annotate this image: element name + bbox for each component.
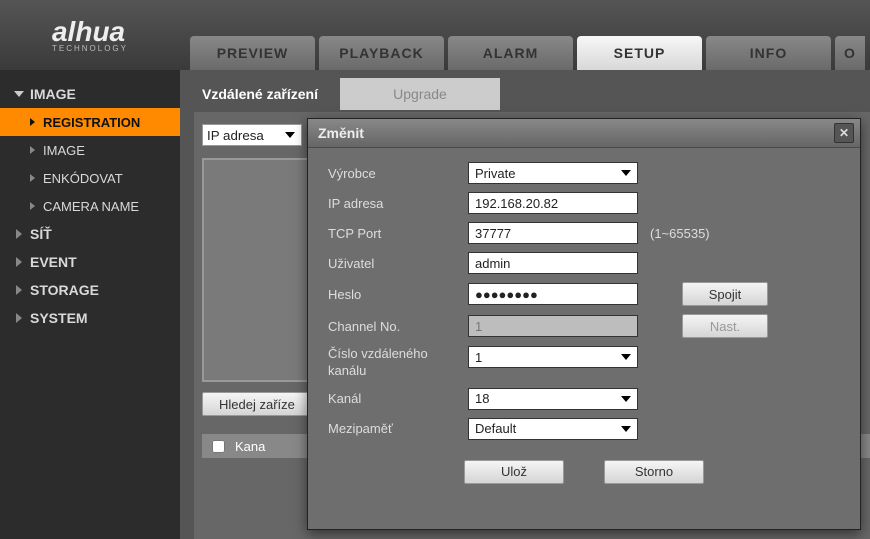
brand-sub: TECHNOLOGY	[52, 44, 128, 53]
label-password: Heslo	[328, 287, 468, 302]
port-input[interactable]	[468, 222, 638, 244]
caret-right-icon	[30, 118, 35, 126]
tab-preview[interactable]: PREVIEW	[190, 36, 315, 70]
top-tabs: PREVIEW PLAYBACK ALARM SETUP INFO O	[190, 36, 865, 70]
caret-right-icon	[16, 229, 22, 239]
caret-right-icon	[16, 257, 22, 267]
ip-filter-select[interactable]: IP adresa	[202, 124, 302, 146]
ip-input[interactable]	[468, 192, 638, 214]
inner-tab-remote[interactable]: Vzdálené zařízení	[180, 78, 340, 110]
sidebar-item-camera-name[interactable]: CAMERA NAME	[0, 192, 180, 220]
dialog-footer: Ulož Storno	[328, 460, 840, 484]
top-bar: alhua TECHNOLOGY PREVIEW PLAYBACK ALARM …	[0, 0, 870, 70]
manufacturer-select[interactable]: Private	[468, 162, 638, 184]
edit-dialog: Změnit ✕ Výrobce Private IP adresa TCP P…	[307, 118, 861, 530]
caret-right-icon	[16, 285, 22, 295]
caret-right-icon	[30, 174, 35, 182]
tab-alarm[interactable]: ALARM	[448, 36, 573, 70]
channel-select[interactable]: 18	[468, 388, 638, 410]
sidebar-item-registration[interactable]: REGISTRATION	[0, 108, 180, 136]
port-hint: (1~65535)	[650, 226, 710, 241]
close-icon[interactable]: ✕	[834, 123, 854, 143]
connect-button[interactable]: Spojit	[682, 282, 768, 306]
dialog-title: Změnit	[318, 125, 364, 141]
label-user: Uživatel	[328, 256, 468, 271]
tab-info[interactable]: INFO	[706, 36, 831, 70]
sidebar-network[interactable]: SÍŤ	[0, 220, 180, 248]
sidebar-item-image[interactable]: IMAGE	[0, 136, 180, 164]
caret-right-icon	[30, 202, 35, 210]
tab-extra[interactable]: O	[835, 36, 865, 70]
label-ip: IP adresa	[328, 196, 468, 211]
select-all-checkbox[interactable]	[212, 440, 225, 453]
buffer-select[interactable]: Default	[468, 418, 638, 440]
brand-name: alhua	[52, 16, 125, 47]
sidebar-item-encode[interactable]: ENKÓDOVAT	[0, 164, 180, 192]
password-input[interactable]	[468, 283, 638, 305]
remote-channel-select[interactable]: 1	[468, 346, 638, 368]
channel-no-input	[468, 315, 638, 337]
cancel-button[interactable]: Storno	[604, 460, 704, 484]
inner-tab-upgrade[interactable]: Upgrade	[340, 78, 500, 110]
inner-tabs: Vzdálené zařízení Upgrade	[180, 78, 870, 110]
label-manufacturer: Výrobce	[328, 166, 468, 181]
sidebar: IMAGE REGISTRATION IMAGE ENKÓDOVAT CAMER…	[0, 70, 180, 539]
save-button[interactable]: Ulož	[464, 460, 564, 484]
caret-down-icon	[14, 91, 24, 97]
brand-logo: alhua TECHNOLOGY	[0, 0, 180, 70]
search-button[interactable]: Hledej zaříze	[202, 392, 312, 416]
label-remote-channel: Číslo vzdáleného kanálu	[328, 346, 468, 380]
tab-playback[interactable]: PLAYBACK	[319, 36, 444, 70]
label-channel: Kanál	[328, 391, 468, 406]
label-port: TCP Port	[328, 226, 468, 241]
sidebar-event[interactable]: EVENT	[0, 248, 180, 276]
label-buffer: Mezipaměť	[328, 421, 468, 436]
sidebar-system[interactable]: SYSTEM	[0, 304, 180, 332]
label-channel-no: Channel No.	[328, 319, 468, 334]
sidebar-image[interactable]: IMAGE	[0, 80, 180, 108]
user-input[interactable]	[468, 252, 638, 274]
tab-setup[interactable]: SETUP	[577, 36, 702, 70]
setup-button[interactable]: Nast.	[682, 314, 768, 338]
sidebar-storage[interactable]: STORAGE	[0, 276, 180, 304]
caret-right-icon	[30, 146, 35, 154]
col-channel: Kana	[235, 439, 265, 454]
caret-right-icon	[16, 313, 22, 323]
dialog-body: Výrobce Private IP adresa TCP Port (1~65…	[308, 148, 860, 498]
dialog-titlebar[interactable]: Změnit ✕	[308, 119, 860, 148]
